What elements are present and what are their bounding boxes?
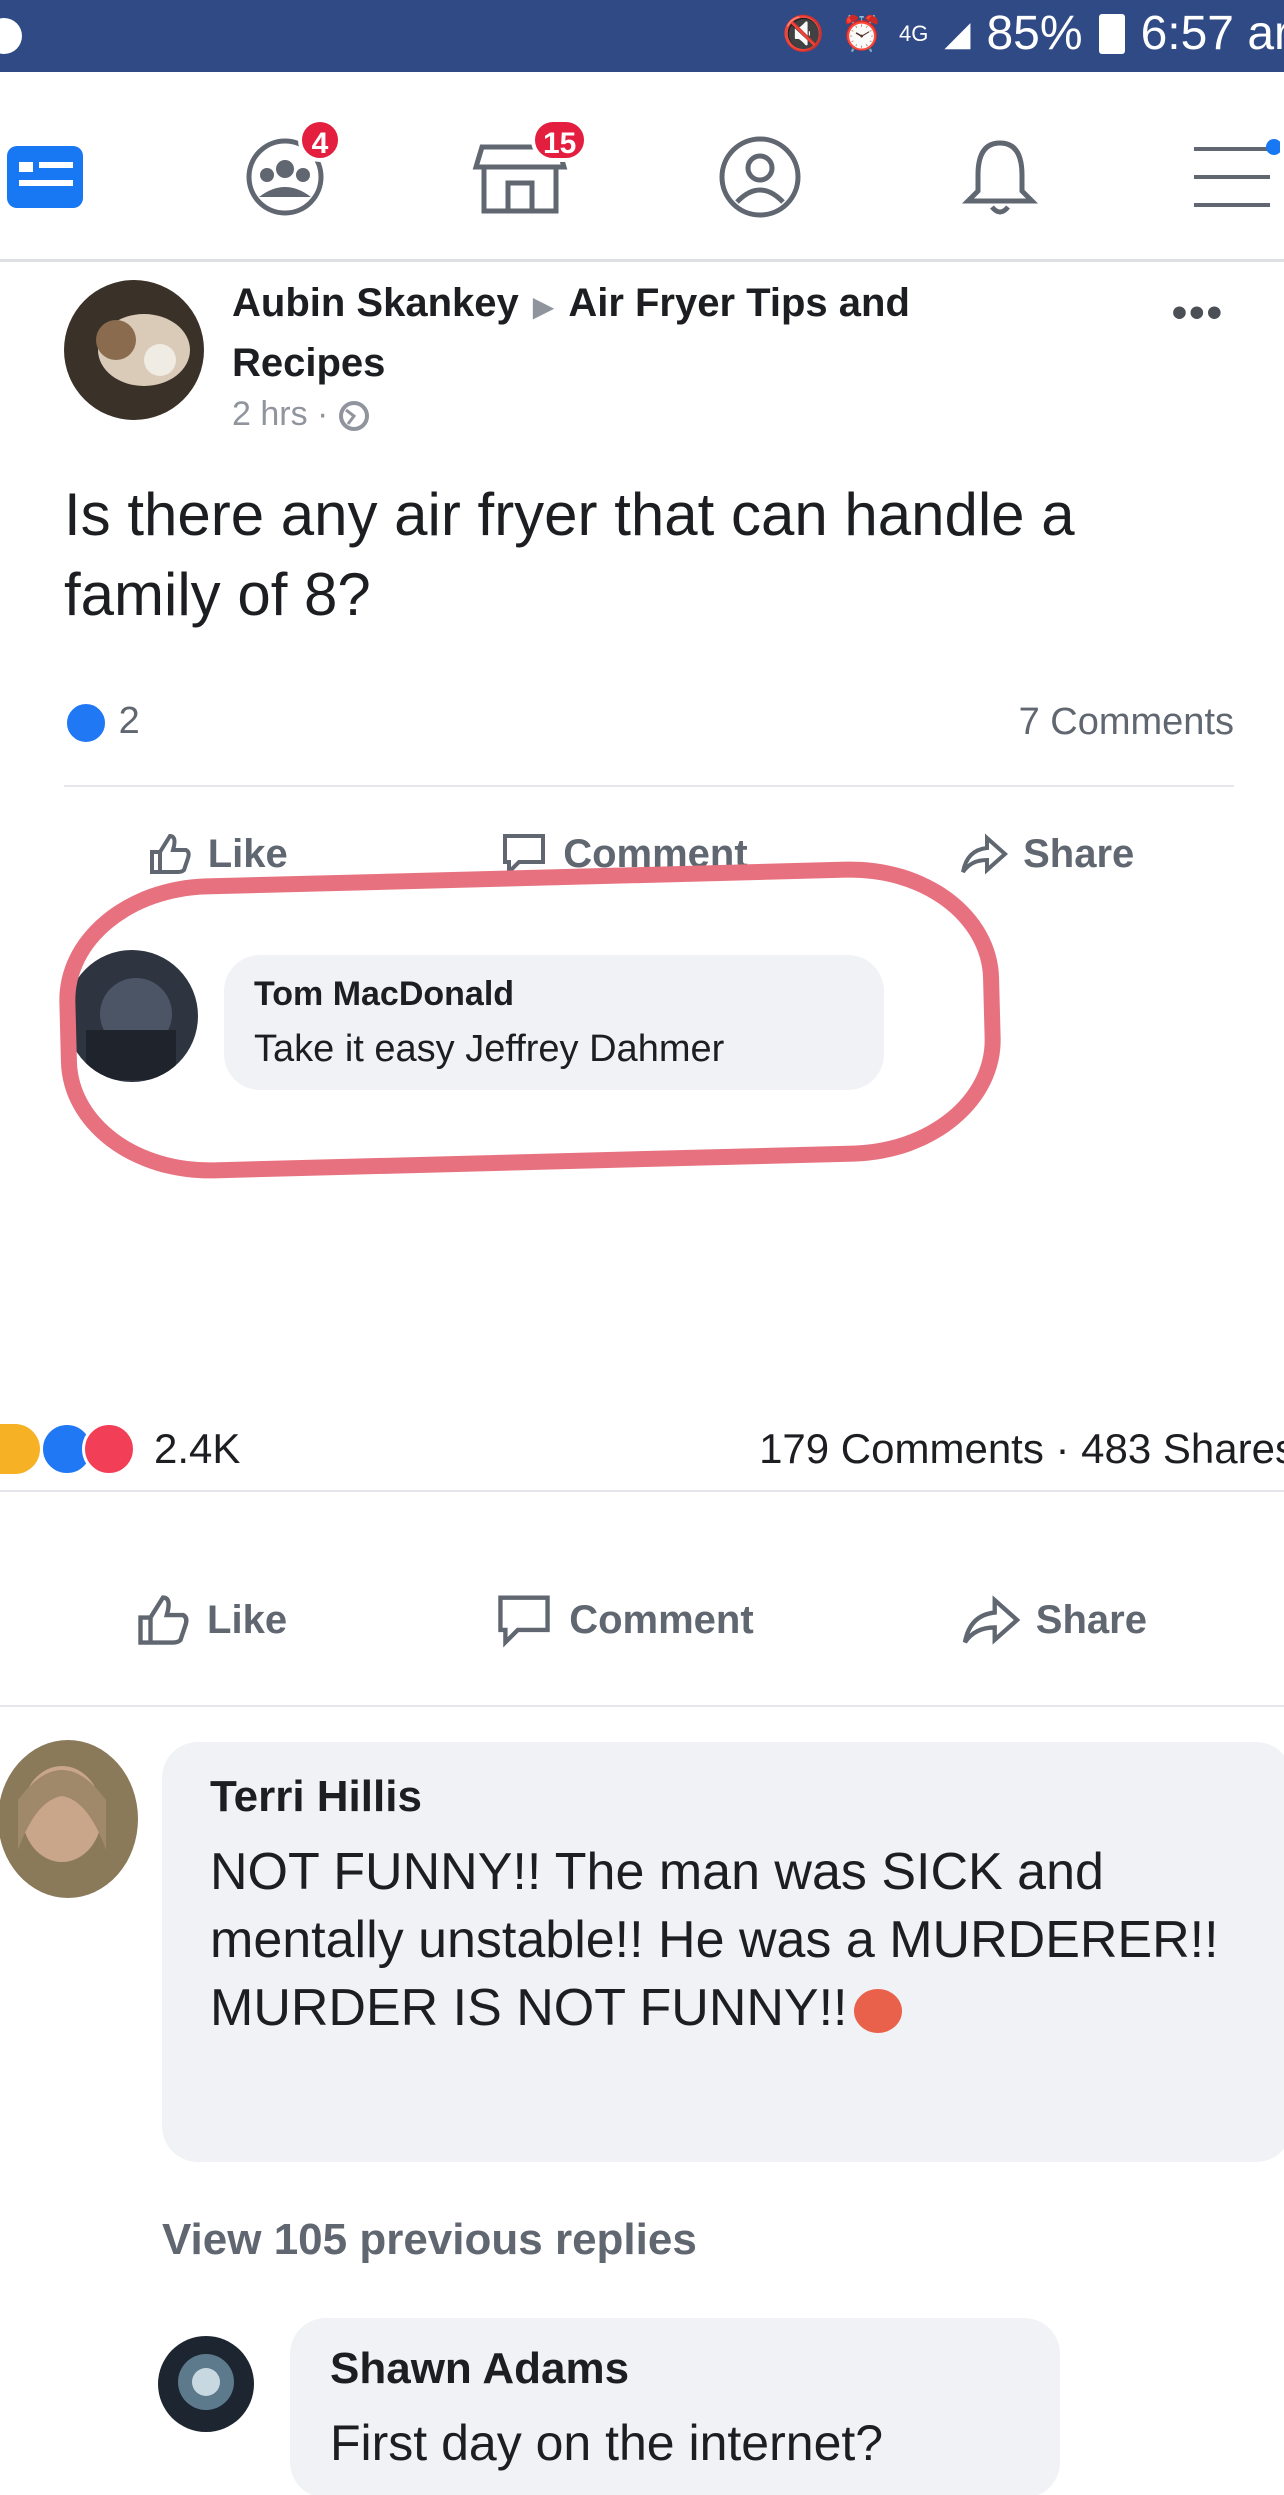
comment-1-avatar[interactable] xyxy=(0,1740,138,1898)
comment-1-photo xyxy=(0,1740,138,1898)
shared-to-arrow-icon: ▶ xyxy=(532,291,555,322)
like-button[interactable]: Like xyxy=(133,1590,287,1650)
comment-1-author[interactable]: Terri Hillis xyxy=(210,1772,1244,1822)
bell-icon xyxy=(961,140,1039,215)
love-reaction-icon xyxy=(82,1422,136,1476)
profile-icon xyxy=(719,136,801,218)
globe-icon xyxy=(338,401,369,432)
notification-dot-icon xyxy=(0,18,22,54)
author-avatar[interactable] xyxy=(64,280,204,420)
share-icon xyxy=(961,833,1009,875)
comment-button[interactable]: Comment xyxy=(493,1590,754,1650)
status-bar: 🔇 ⏰ 4G ◢ 85% 6:57 ar xyxy=(0,0,1284,72)
top-nav: 4 15 xyxy=(0,72,1284,262)
comment-2-author[interactable]: Shawn Adams xyxy=(330,2344,1020,2394)
post-time: 2 hrs · xyxy=(232,395,370,434)
share-button[interactable]: Share xyxy=(960,1590,1147,1650)
battery-icon xyxy=(1098,13,1125,54)
marketplace-tab[interactable]: 15 xyxy=(465,118,589,232)
outer-comments-shares[interactable]: 179 Comments · 483 Shares xyxy=(759,1425,1284,1473)
comment-1-bubble[interactable]: Terri Hillis NOT FUNNY!! The man was SIC… xyxy=(162,1742,1284,2162)
news-feed-tab[interactable] xyxy=(0,122,90,232)
signal-icon: ◢ xyxy=(944,14,971,53)
thumbs-up-icon xyxy=(138,1595,189,1645)
divider xyxy=(64,785,1234,787)
network-type: 4G xyxy=(898,20,929,46)
marketplace-badge: 15 xyxy=(531,118,589,162)
clock: 6:57 ar xyxy=(1140,7,1284,60)
shared-like-button[interactable]: Like xyxy=(146,830,288,878)
news-feed-icon xyxy=(7,146,83,208)
haha-reaction-icon xyxy=(0,1424,40,1474)
notifications-tab[interactable] xyxy=(945,122,1055,232)
comment-2-bubble[interactable]: Shawn Adams First day on the internet? xyxy=(290,2318,1060,2495)
thumbs-up-icon xyxy=(149,833,191,874)
profile-tab[interactable] xyxy=(705,122,815,232)
comment-icon xyxy=(498,1595,550,1648)
groups-tab[interactable]: 4 xyxy=(230,118,342,232)
post-author-line: Aubin Skankey ▶ Air Fryer Tips and Recipes xyxy=(232,275,1032,391)
comment-2-photo xyxy=(158,2336,254,2432)
shared-post-meta: 2 7 Comments xyxy=(64,700,1234,745)
view-previous-replies[interactable]: View 105 previous replies xyxy=(162,2215,697,2265)
post-text: Is there any air fryer that can handle a… xyxy=(64,481,1075,628)
groups-badge: 4 xyxy=(298,118,342,162)
mute-icon: 🔇 xyxy=(782,14,825,53)
author-name[interactable]: Aubin Skankey xyxy=(232,281,519,325)
divider xyxy=(0,1705,1284,1707)
divider xyxy=(0,1490,1284,1492)
status-bar-right: 🔇 ⏰ 4G ◢ 85% 6:57 ar xyxy=(782,6,1284,61)
shared-reactions[interactable]: 2 xyxy=(64,700,140,745)
angry-emoji-icon xyxy=(853,1989,902,2034)
highlight-circle xyxy=(56,857,1004,1183)
outer-post-meta: 2.4K 179 Comments · 483 Shares xyxy=(0,1422,1284,1476)
share-icon xyxy=(962,1595,1021,1645)
comment-2-avatar[interactable] xyxy=(158,2336,254,2432)
battery-percent: 85% xyxy=(986,7,1083,60)
outer-reactions[interactable]: 2.4K xyxy=(0,1422,240,1476)
author-photo xyxy=(64,280,204,420)
comment-1-text: NOT FUNNY!! The man was SICK and mentall… xyxy=(210,1843,1219,2037)
alarm-icon: ⏰ xyxy=(840,14,883,53)
outer-post-actions: Like Comment Share xyxy=(30,1590,1250,1650)
comment-2-text: First day on the internet? xyxy=(330,2415,884,2471)
like-reaction-icon xyxy=(64,700,108,745)
shared-comments-count[interactable]: 7 Comments xyxy=(1019,701,1234,744)
menu-tab[interactable] xyxy=(1180,122,1284,232)
more-options-icon[interactable]: ••• xyxy=(1172,288,1224,338)
menu-icon xyxy=(1194,139,1280,207)
shared-share-button[interactable]: Share xyxy=(959,830,1134,878)
